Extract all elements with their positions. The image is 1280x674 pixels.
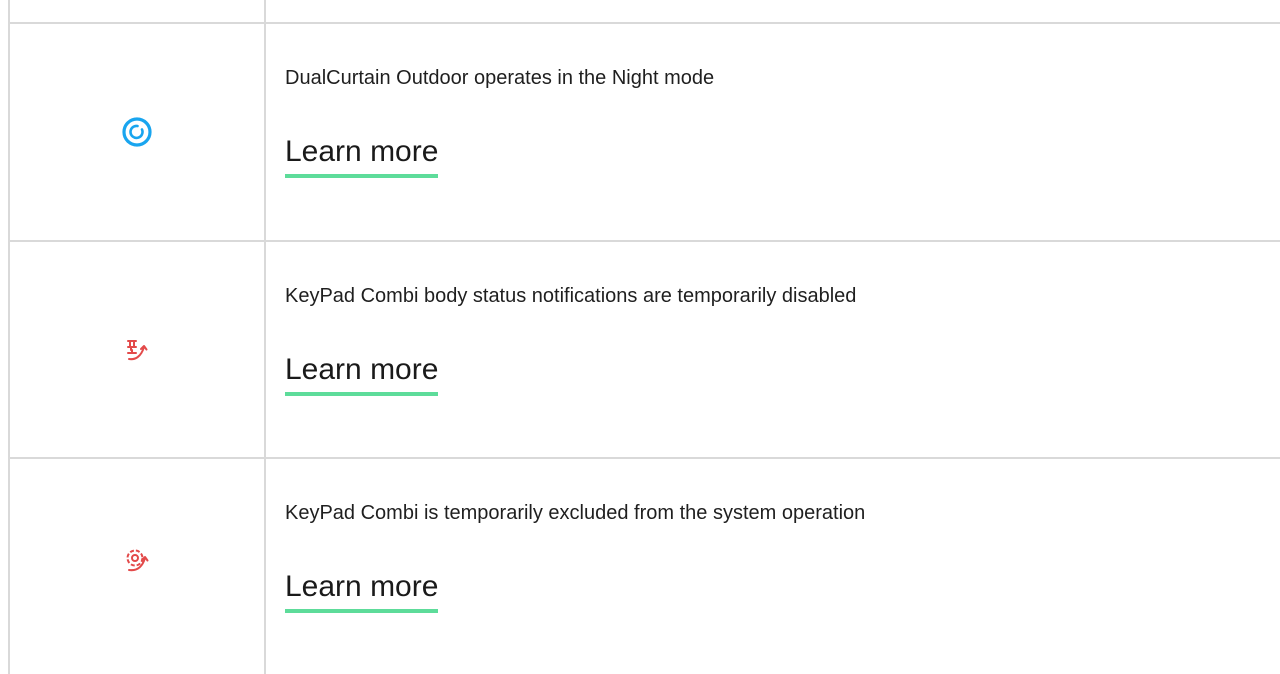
night-mode-icon — [121, 116, 153, 148]
row-description: KeyPad Combi is temporarily excluded fro… — [285, 502, 866, 524]
learn-more-link[interactable]: Learn more — [285, 568, 439, 613]
learn-more-link[interactable]: Learn more — [285, 133, 439, 178]
icon-cell — [10, 242, 264, 457]
icon-cell — [10, 24, 264, 240]
row-description: DualCurtain Outdoor operates in the Nigh… — [285, 67, 715, 89]
table-row: KeyPad Combi is temporarily excluded fro… — [10, 459, 1280, 674]
table-row: DualCurtain Outdoor operates in the Nigh… — [10, 24, 1280, 240]
table-row: KeyPad Combi body status notifications a… — [10, 242, 1280, 457]
device-excluded-icon — [124, 547, 150, 573]
icon-cell — [10, 459, 264, 674]
learn-more-link[interactable]: Learn more — [285, 351, 439, 396]
status-icons-table: DualCurtain Outdoor operates in the Nigh… — [8, 0, 1280, 674]
row-description: KeyPad Combi body status notifications a… — [285, 285, 857, 307]
body-notifications-disabled-icon — [124, 337, 150, 363]
